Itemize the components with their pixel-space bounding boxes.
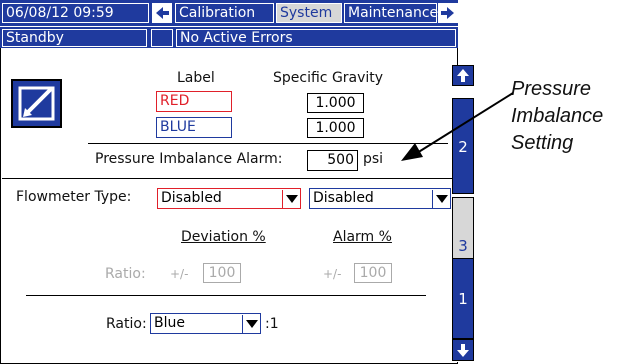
divider xyxy=(88,143,448,144)
arrow-left-icon xyxy=(156,7,169,19)
red-flowmeter-value: Disabled xyxy=(161,190,222,206)
ratio-select-value: Blue xyxy=(154,315,185,331)
scroll-down-button[interactable] xyxy=(452,339,474,361)
datetime-display: 06/08/12 09:59 xyxy=(2,3,149,23)
alarm-plusminus: +/- xyxy=(323,267,342,281)
status-bar: Standby No Active Errors xyxy=(0,26,458,48)
pressure-alarm-field[interactable]: 500 xyxy=(307,150,358,171)
deviation-field[interactable]: 100 xyxy=(203,263,241,283)
chevron-down-icon xyxy=(242,315,260,333)
arrow-up-icon xyxy=(457,69,469,82)
edit-pencil-icon xyxy=(18,86,55,121)
callout-line1: Pressure xyxy=(511,78,592,100)
arrow-right-icon xyxy=(441,7,454,19)
chevron-down-icon xyxy=(432,190,450,208)
callout-line2: Imbalance xyxy=(511,105,604,127)
callout-arrow xyxy=(401,92,514,161)
ratio-label: Ratio: xyxy=(106,316,147,332)
ratio-deviation-label: Ratio: xyxy=(105,266,146,282)
red-flowmeter-select[interactable]: Disabled xyxy=(157,188,301,209)
blue-label-field[interactable]: BLUE xyxy=(156,117,232,138)
scroll-up-button[interactable] xyxy=(452,65,474,86)
pressure-unit: psi xyxy=(363,151,384,167)
alarm-field[interactable]: 100 xyxy=(354,263,392,283)
blue-flowmeter-value: Disabled xyxy=(313,190,374,206)
tab-system[interactable]: System xyxy=(276,3,342,23)
tab-calibration[interactable]: Calibration xyxy=(175,3,274,23)
status-blank-cell xyxy=(151,29,173,47)
top-nav-bar: 06/08/12 09:59 Calibration System Mainte… xyxy=(0,0,458,26)
chevron-down-icon xyxy=(282,190,300,208)
tab-maintenance[interactable]: Maintenance xyxy=(344,3,438,23)
edit-button[interactable] xyxy=(11,79,62,128)
ratio-suffix: :1 xyxy=(265,316,279,332)
alarm-header: Alarm % xyxy=(333,229,392,245)
deviation-header: Deviation % xyxy=(181,229,266,245)
callout-text: Pressure Imbalance Setting xyxy=(511,76,603,157)
nav-left-button[interactable] xyxy=(152,3,172,23)
callout-line3: Setting xyxy=(511,132,574,154)
mode-status: Standby xyxy=(2,29,147,47)
arrow-down-icon xyxy=(457,344,469,357)
divider xyxy=(26,295,426,296)
nav-right-button[interactable] xyxy=(438,3,458,23)
ratio-select[interactable]: Blue xyxy=(150,313,261,334)
blue-specific-gravity-field[interactable]: 1.000 xyxy=(307,118,364,138)
pressure-alarm-label: Pressure Imbalance Alarm: xyxy=(95,151,283,167)
label-header: Label xyxy=(177,70,215,86)
side-tab-1[interactable]: 1 xyxy=(452,258,474,339)
error-status: No Active Errors xyxy=(176,29,456,47)
red-label-field[interactable]: RED xyxy=(156,91,232,112)
blue-flowmeter-select[interactable]: Disabled xyxy=(309,188,451,209)
specific-gravity-header: Specific Gravity xyxy=(273,70,384,86)
flowmeter-type-label: Flowmeter Type: xyxy=(16,189,132,205)
divider xyxy=(2,178,452,179)
device-screen xyxy=(0,0,458,364)
red-specific-gravity-field[interactable]: 1.000 xyxy=(307,93,364,113)
deviation-plusminus: +/- xyxy=(170,267,189,281)
